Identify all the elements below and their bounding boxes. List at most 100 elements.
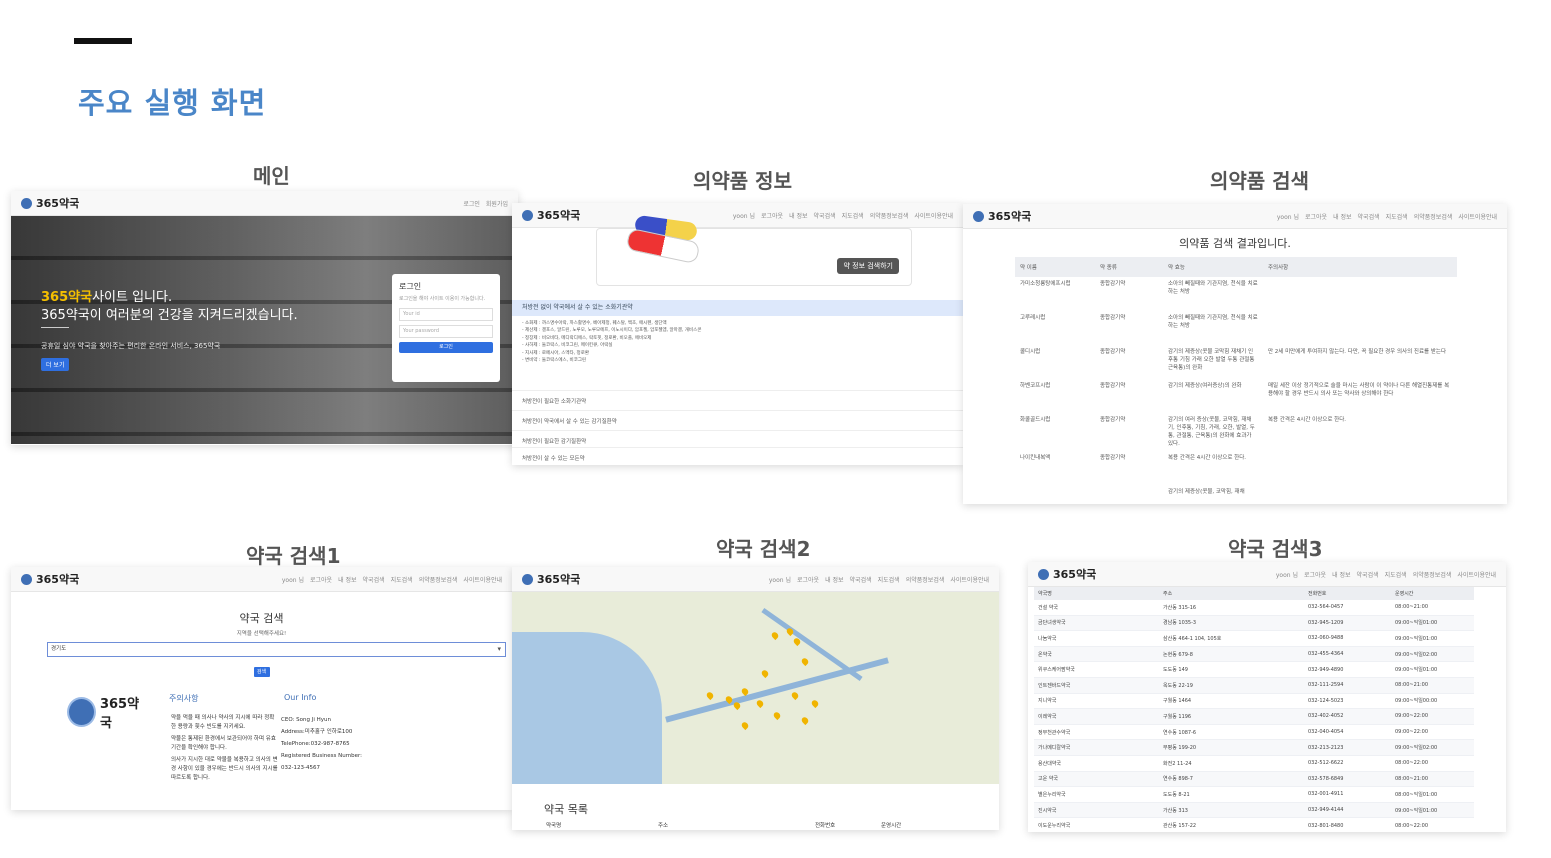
table-row: 화콜골드시럽 종합감기약 감기의 여러 증상(콧물, 코막힘, 재채기, 인후통, …	[1020, 417, 1347, 447]
nav-guide[interactable]: 사이트이용안내	[463, 575, 502, 584]
table-cell: 032-124-5023	[1304, 693, 1391, 710]
table-row: 감기의 제증상(콧물, 코막힘, 재채	[1168, 489, 1245, 495]
nav-drug-search[interactable]: 의약품정보검색	[419, 575, 458, 584]
hero-subtitle: 공휴일 심야 약국을 찾아주는 편리한 온라인 서비스, 365약국	[41, 342, 221, 350]
id-input[interactable]: Your id	[399, 308, 493, 321]
brand[interactable]: 365약국	[973, 208, 1031, 224]
table-cell: 위쿠스케어팜약국	[1034, 661, 1159, 678]
nav-guide[interactable]: 사이트이용안내	[914, 211, 953, 220]
nav-pharm-search[interactable]: 약국검색	[1357, 570, 1379, 579]
nav-drug-search[interactable]: 의약품정보검색	[870, 211, 909, 220]
table-cell: 08:00~21:00	[1391, 771, 1474, 788]
title-accent-bar	[74, 38, 132, 44]
pharm-search-title: 약국 검색	[239, 612, 284, 625]
nav-user: yoon 님	[1275, 571, 1298, 579]
logo-icon	[522, 573, 533, 585]
drug-info-card: 약 정보 검색하기	[596, 214, 912, 286]
nav-logout[interactable]: 로그아웃	[1304, 570, 1326, 579]
table-cell: 정부천관수약국	[1034, 724, 1159, 741]
table-cell: 건설 약국	[1034, 600, 1159, 616]
login-title: 로그인	[399, 282, 422, 291]
nav-drug-search[interactable]: 의약품정보검색	[906, 575, 945, 584]
table-row: 고운 약국 연수동 898-7 032-578-6849 08:00~21:00	[1034, 771, 1474, 788]
table-cell: 진시약국	[1034, 802, 1159, 819]
table-cell: 이도운누리약국	[1034, 817, 1159, 832]
nav-pharm-search[interactable]: 약국검색	[363, 575, 385, 584]
nav-map-search[interactable]: 지도검색	[1386, 212, 1408, 221]
caption-drug-info: 의약품 정보	[693, 169, 792, 193]
nav-pharm-search[interactable]: 약국검색	[814, 211, 836, 220]
table-cell: 09:00~익일02:00	[1391, 739, 1474, 756]
drug-result-table: 약 이름 약 종류 약 효능 주의사항 가미소청룡탕에프시럽 종합감기약 소아의 빼…	[1015, 257, 1457, 504]
hero-line2: 365약국이 여러분의 건강을 지켜드리겠습니다.	[41, 308, 298, 323]
table-cell: 08:00~22:00	[1391, 817, 1474, 832]
nav-guide[interactable]: 사이트이용안내	[1458, 212, 1497, 221]
nav-logout[interactable]: 로그아웃	[310, 575, 332, 584]
nav-drug-search[interactable]: 의약품정보검색	[1413, 570, 1452, 579]
nav-map-search[interactable]: 지도검색	[878, 575, 900, 584]
table-cell: 032-402-4052	[1304, 708, 1391, 725]
main-navbar: 365약국 로그인 회원가입	[11, 191, 518, 216]
table-cell: 032-060-9488	[1304, 630, 1391, 647]
nav-drug-search[interactable]: 의약품정보검색	[1414, 212, 1453, 221]
more-button[interactable]: 더 보기	[41, 358, 70, 371]
nav-myinfo[interactable]: 내 정보	[1333, 212, 1351, 221]
nav-map-search[interactable]: 지도검색	[1385, 570, 1407, 579]
table-cell: 09:00~익일01:00	[1391, 661, 1474, 678]
table-row: 용산대약국 화전2 11-24 032-512-6622 08:00~22:00	[1034, 755, 1474, 772]
nav-guide[interactable]: 사이트이용안내	[950, 575, 989, 584]
nav-logout[interactable]: 로그아웃	[761, 211, 783, 220]
brand[interactable]: 365약국	[21, 571, 79, 587]
nav-guide[interactable]: 사이트이용안내	[1457, 570, 1496, 579]
table-cell: 032-001-4911	[1304, 786, 1391, 803]
caption-pharm2: 약국 검색2	[716, 537, 811, 561]
login-button[interactable]: 로그인	[399, 342, 493, 353]
table-cell: 부평동 199-20	[1159, 739, 1304, 756]
nav-myinfo[interactable]: 내 정보	[338, 575, 356, 584]
hero-line1: 365약국사이트 입니다.	[41, 290, 173, 305]
accordion-item[interactable]: 처방전이 살 수 있는 모든약	[512, 447, 963, 465]
logo-icon	[21, 197, 32, 209]
table-cell: 금단녀생약국	[1034, 615, 1159, 632]
nav-logout[interactable]: 로그아웃	[1305, 212, 1327, 221]
table-cell: 09:00~익일01:00	[1391, 615, 1474, 632]
brand[interactable]: 365약국	[522, 207, 580, 223]
col-address: 주소	[1159, 587, 1304, 600]
brand[interactable]: 365약국	[522, 571, 580, 587]
nav-signup[interactable]: 회원가입	[486, 199, 508, 208]
table-row: 이도운누리약국 관산동 157-22 032-801-8480 08:00~22:00	[1034, 817, 1474, 832]
table-cell: 08:00~21:00	[1391, 600, 1474, 616]
accordion-header[interactable]: 처방전 없이 약국에서 살 수 있는 소화기관약	[512, 300, 963, 316]
navbar: 365약국 yoon 님 로그아웃 내 정보 약국검색 지도검색 의약품정보검색…	[512, 567, 999, 592]
pharmacy-map[interactable]	[512, 592, 999, 784]
region-select[interactable]: 경기도	[47, 642, 506, 657]
table-cell: 인트젠바드약국	[1034, 677, 1159, 694]
table-cell: 032-945-1209	[1304, 615, 1391, 632]
table-row: 위쿠스케어팜약국 도도동 149 032-949-4890 09:00~익일01:00	[1034, 661, 1474, 678]
table-cell: 도도동 149	[1159, 661, 1304, 678]
nav-login[interactable]: 로그인	[463, 199, 480, 208]
table-cell: 032-801-8480	[1304, 817, 1391, 832]
table-row: 고루레시럽 종합감기약 소아의 빼질때와 기관지염, 천식을 치료하는 처방	[1020, 315, 1258, 329]
table-cell: 08:00~22:00	[1391, 755, 1474, 772]
nav-myinfo[interactable]: 내 정보	[789, 211, 807, 220]
nav-myinfo[interactable]: 내 정보	[825, 575, 843, 584]
table-cell: 삼산동 464-1 104, 105호	[1159, 630, 1304, 647]
drug-search-button[interactable]: 약 정보 검색하기	[837, 258, 899, 274]
table-row: 가미소청룡탕에프시럽 종합감기약 소아의 빼질때와 기관지염, 천식을 치료하는 처…	[1020, 281, 1258, 295]
nav-pharm-search[interactable]: 약국검색	[850, 575, 872, 584]
brand[interactable]: 365약국	[21, 195, 79, 211]
table-cell: 온약국	[1034, 646, 1159, 663]
search-button[interactable]: 검색	[253, 667, 270, 677]
password-input[interactable]: Your password	[399, 325, 493, 338]
table-cell: 08:00~익일01:00	[1391, 786, 1474, 803]
hero-divider	[41, 327, 69, 328]
nav-myinfo[interactable]: 내 정보	[1332, 570, 1350, 579]
nav-logout[interactable]: 로그아웃	[797, 575, 819, 584]
nav-map-search[interactable]: 지도검색	[842, 211, 864, 220]
table-cell: 관산동 157-22	[1159, 817, 1304, 832]
footer-logo: 365약국	[67, 694, 149, 731]
nav-map-search[interactable]: 지도검색	[391, 575, 413, 584]
brand[interactable]: 365약국	[1038, 566, 1096, 582]
nav-pharm-search[interactable]: 약국검색	[1358, 212, 1380, 221]
